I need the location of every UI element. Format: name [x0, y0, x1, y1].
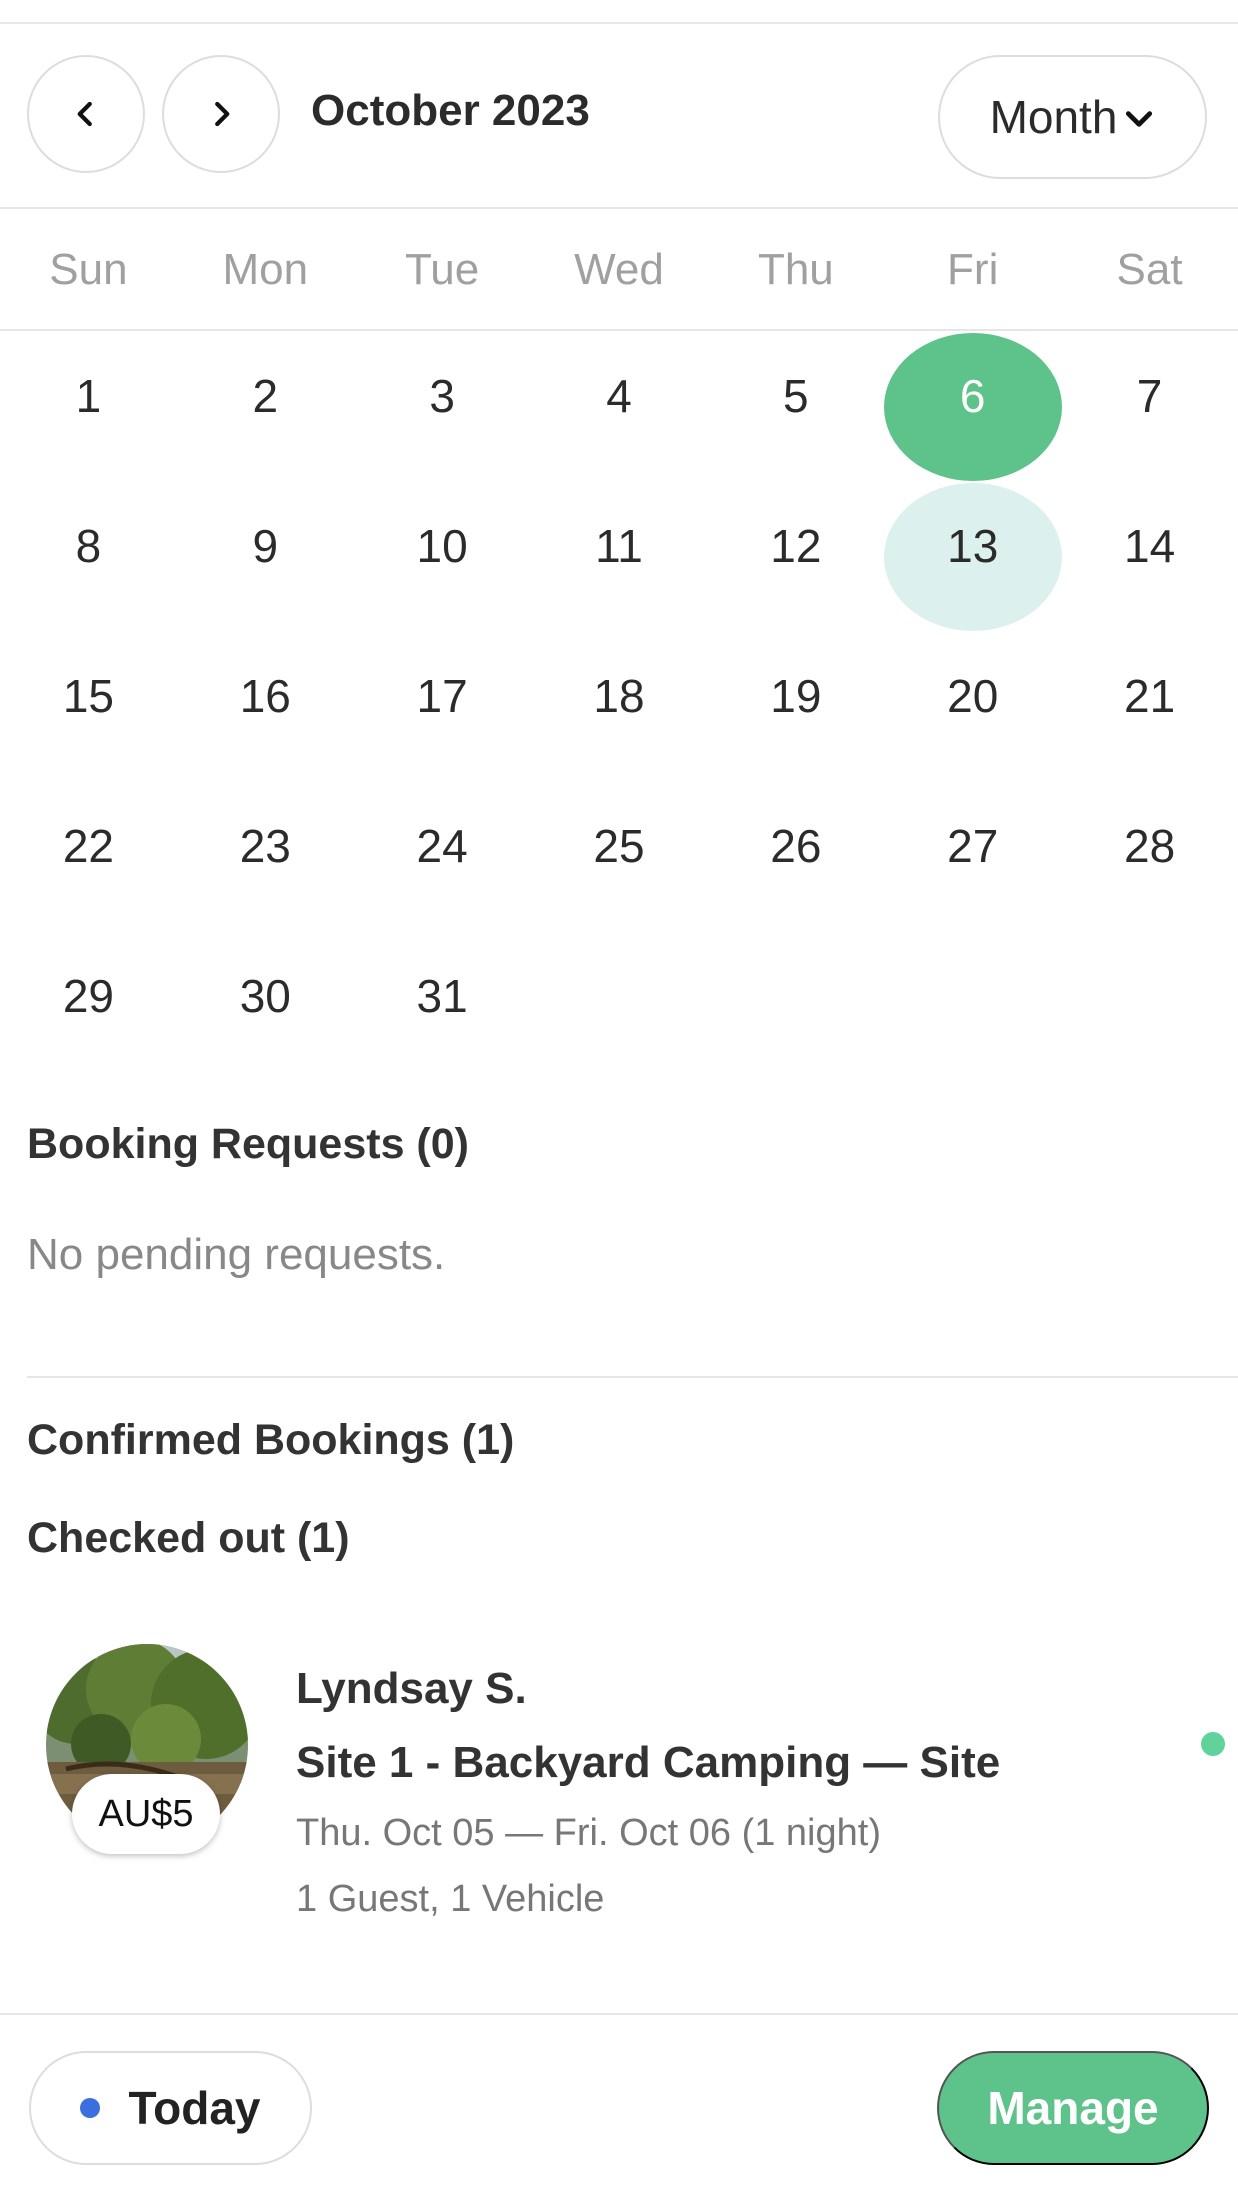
- day-number: 12: [770, 520, 822, 572]
- day-number: 17: [416, 670, 468, 722]
- calendar-day[interactable]: 21: [1061, 633, 1238, 783]
- calendar-day[interactable]: 22: [0, 783, 177, 933]
- calendar-day[interactable]: 8: [0, 483, 177, 633]
- calendar-day[interactable]: 3: [354, 333, 531, 483]
- day-number: 9: [252, 520, 279, 572]
- day-number: 22: [62, 820, 114, 872]
- month-title: October 2023: [311, 86, 590, 135]
- calendar-day[interactable]: 31: [354, 933, 531, 1083]
- price-badge: AU$5: [72, 1774, 220, 1854]
- next-month-button[interactable]: [162, 55, 280, 173]
- guest-name: Lyndsay S.: [296, 1664, 527, 1713]
- day-number: 10: [416, 520, 468, 572]
- day-number: 30: [239, 970, 291, 1022]
- day-number: 19: [770, 670, 822, 722]
- today-label: Today: [128, 2082, 261, 2134]
- day-number: 15: [62, 670, 114, 722]
- day-number: 3: [429, 370, 455, 422]
- calendar-day[interactable]: 28: [1061, 783, 1238, 933]
- calendar-day[interactable]: 29: [0, 933, 177, 1083]
- calendar-day[interactable]: 12: [707, 483, 884, 633]
- booking-card[interactable]: AU$5 Lyndsay S. Site 1 - Backyard Campin…: [0, 1640, 1238, 1940]
- day-number: 14: [1123, 520, 1176, 572]
- weekday-divider: [0, 329, 1238, 331]
- calendar-day[interactable]: 26: [707, 783, 884, 933]
- day-number: 1: [75, 370, 102, 422]
- day-number: 28: [1123, 820, 1176, 872]
- weekday-header: Sun Mon Tue Wed Thu Fri Sat: [0, 210, 1238, 330]
- confirmed-bookings-heading: Confirmed Bookings (1): [27, 1416, 515, 1464]
- view-mode-label: Month: [989, 91, 1118, 143]
- calendar-day[interactable]: 30: [177, 933, 354, 1083]
- no-requests-text: No pending requests.: [27, 1230, 446, 1279]
- chevron-left-icon: [77, 101, 92, 127]
- calendar-day[interactable]: 14: [1061, 483, 1238, 633]
- day-number: 2: [252, 370, 279, 422]
- calendar-day[interactable]: 6: [883, 333, 1062, 483]
- day-number: 27: [947, 820, 999, 872]
- calendar-grid: 1 2 3 4 5 6 7 8 9 10 11 12 13 14 15 16 17 18 19 20 21 22 23 24 2…: [0, 333, 1238, 1083]
- calendar-day[interactable]: 4: [531, 333, 708, 483]
- calendar-day[interactable]: 19: [707, 633, 884, 783]
- view-mode-select[interactable]: Month: [938, 55, 1207, 179]
- day-number: 23: [239, 820, 291, 872]
- calendar-day[interactable]: 23: [177, 783, 354, 933]
- weekday-label: Sun: [49, 245, 128, 294]
- weekday-label: Fri: [947, 245, 999, 294]
- calendar-day[interactable]: 15: [0, 633, 177, 783]
- weekday-label: Thu: [757, 245, 834, 294]
- calendar-day[interactable]: 18: [531, 633, 708, 783]
- calendar-day[interactable]: 7: [1061, 333, 1238, 483]
- top-divider: [0, 22, 1238, 24]
- day-number: 31: [416, 970, 468, 1022]
- calendar-day[interactable]: 17: [354, 633, 531, 783]
- calendar-day[interactable]: 1: [0, 333, 177, 483]
- calendar-day[interactable]: 10: [354, 483, 531, 633]
- status-dot: [1201, 1732, 1225, 1756]
- day-number: 13: [947, 520, 999, 572]
- header-divider: [0, 207, 1238, 209]
- today-dot: [80, 2098, 101, 2118]
- calendar-day[interactable]: 25: [531, 783, 708, 933]
- manage-button[interactable]: Manage: [937, 2051, 1209, 2165]
- day-number: 25: [593, 820, 645, 872]
- day-number: 5: [783, 370, 809, 422]
- party-size: 1 Guest, 1 Vehicle: [296, 1878, 605, 1920]
- calendar-day[interactable]: 20: [884, 633, 1061, 783]
- site-name: Site 1 - Backyard Camping — Site: [296, 1738, 1001, 1787]
- calendar-day[interactable]: 11: [531, 483, 708, 633]
- bottom-bar: Today Manage: [0, 2013, 1238, 2191]
- day-number: 7: [1136, 370, 1163, 422]
- day-number: 4: [606, 370, 632, 422]
- calendar-day[interactable]: 24: [354, 783, 531, 933]
- calendar-day[interactable]: 27: [884, 783, 1061, 933]
- checked-out-heading: Checked out (1): [27, 1514, 350, 1562]
- day-number: 18: [593, 670, 645, 722]
- day-number: 24: [416, 820, 468, 872]
- day-number: 8: [75, 520, 102, 572]
- day-number: 11: [595, 520, 643, 572]
- calendar-day[interactable]: 16: [177, 633, 354, 783]
- section-divider: [27, 1376, 1238, 1378]
- booking-requests-heading: Booking Requests (0): [27, 1120, 469, 1168]
- day-number: 21: [1123, 670, 1176, 722]
- day-number: 16: [239, 670, 291, 722]
- calendar-day[interactable]: 2: [177, 333, 354, 483]
- calendar-day[interactable]: 9: [177, 483, 354, 633]
- weekday-label: Wed: [574, 245, 664, 294]
- weekday-label: Mon: [222, 245, 309, 294]
- booking-dates: Thu. Oct 05 — Fri. Oct 06 (1 night): [296, 1812, 881, 1854]
- calendar-day[interactable]: 13: [883, 483, 1062, 633]
- calendar-day[interactable]: 5: [707, 333, 884, 483]
- day-number: 26: [770, 820, 822, 872]
- weekday-label: Tue: [405, 245, 480, 294]
- today-button[interactable]: Today: [29, 2051, 312, 2165]
- weekday-label: Sat: [1116, 245, 1183, 294]
- day-number: 20: [947, 670, 999, 722]
- chevron-down-icon: [1126, 111, 1153, 127]
- day-number: 6: [959, 370, 986, 422]
- chevron-right-icon: [215, 101, 230, 127]
- previous-month-button[interactable]: [27, 55, 145, 173]
- day-number: 29: [62, 970, 114, 1022]
